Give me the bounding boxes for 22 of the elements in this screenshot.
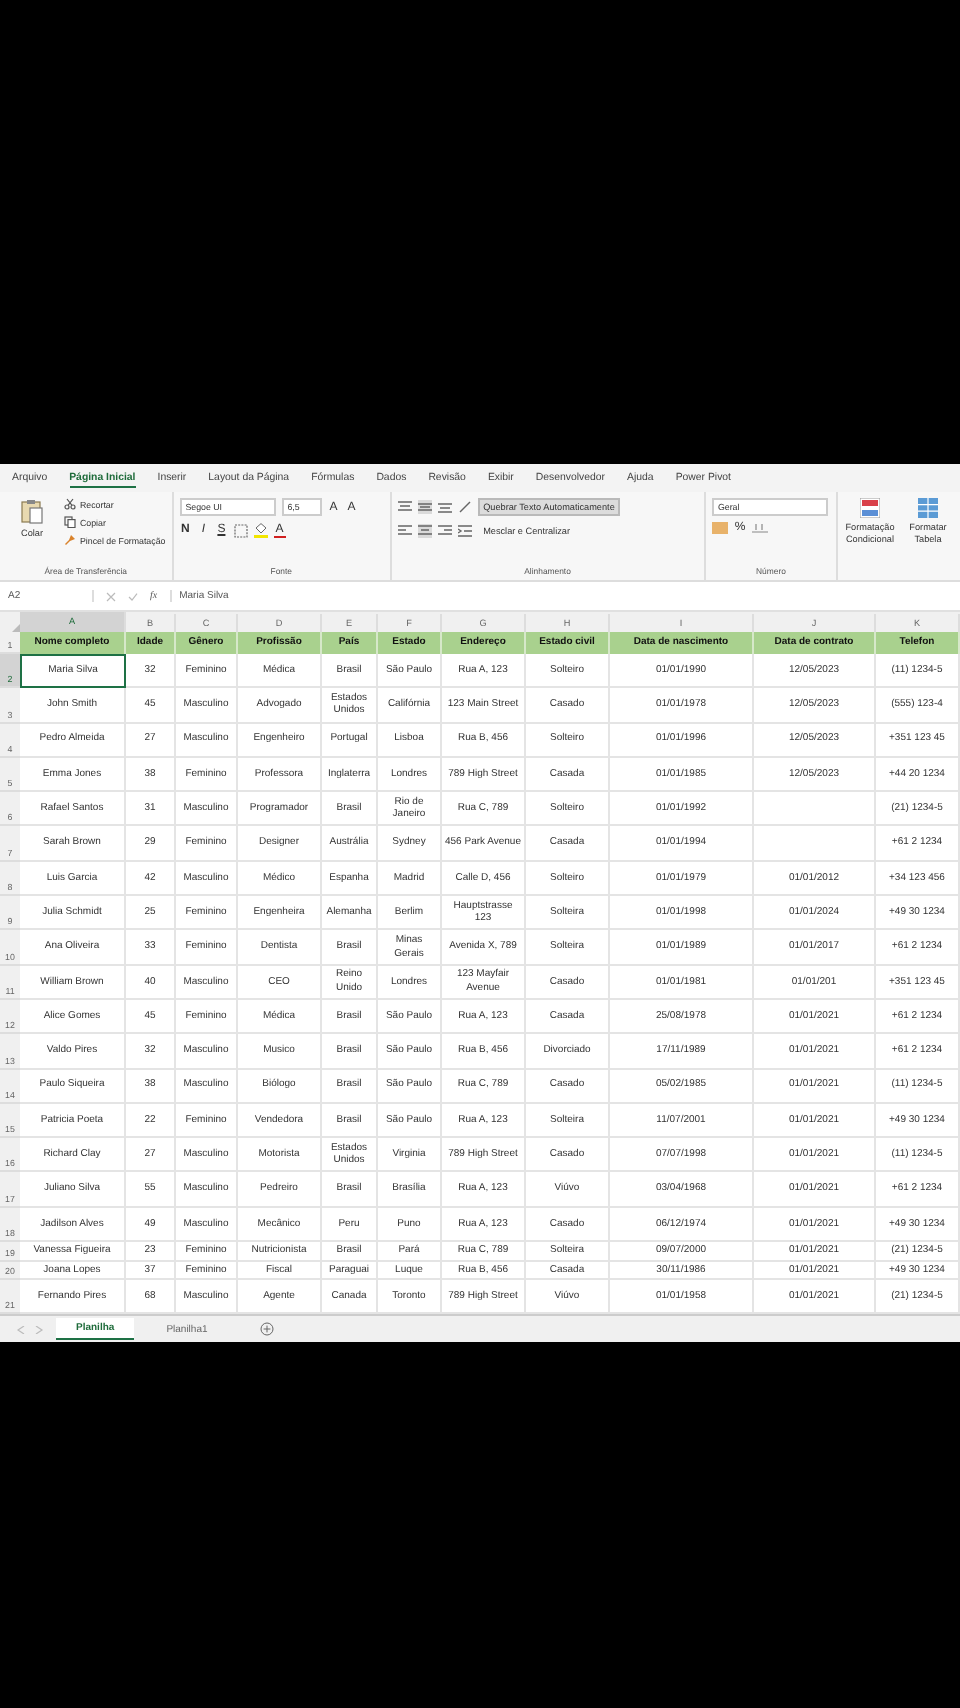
borders-icon[interactable]: [233, 523, 248, 537]
align-top-icon[interactable]: [397, 500, 412, 514]
empty-cell: [754, 826, 876, 862]
table-icon: [918, 498, 938, 518]
fill-color-icon[interactable]: [253, 522, 268, 538]
copy-icon: [64, 516, 76, 528]
indent-icon[interactable]: [457, 524, 472, 538]
brush-icon: [64, 534, 76, 546]
align-right-icon[interactable]: [437, 524, 452, 538]
empty-cell: [754, 792, 876, 827]
align-left-icon[interactable]: [397, 524, 412, 538]
add-sheet-icon[interactable]: [259, 1322, 274, 1337]
align-center-icon[interactable]: [417, 524, 432, 538]
scissors-icon: [64, 498, 76, 510]
align-middle-icon[interactable]: [417, 500, 432, 514]
conditional-formatting-icon: [860, 498, 880, 518]
clipboard-icon: [20, 498, 44, 524]
sheet-nav-icon[interactable]: [16, 1325, 44, 1334]
cancel-icon[interactable]: [106, 591, 116, 601]
orientation-icon[interactable]: [457, 500, 472, 514]
check-icon[interactable]: [128, 591, 138, 601]
align-bottom-icon[interactable]: [437, 500, 452, 514]
